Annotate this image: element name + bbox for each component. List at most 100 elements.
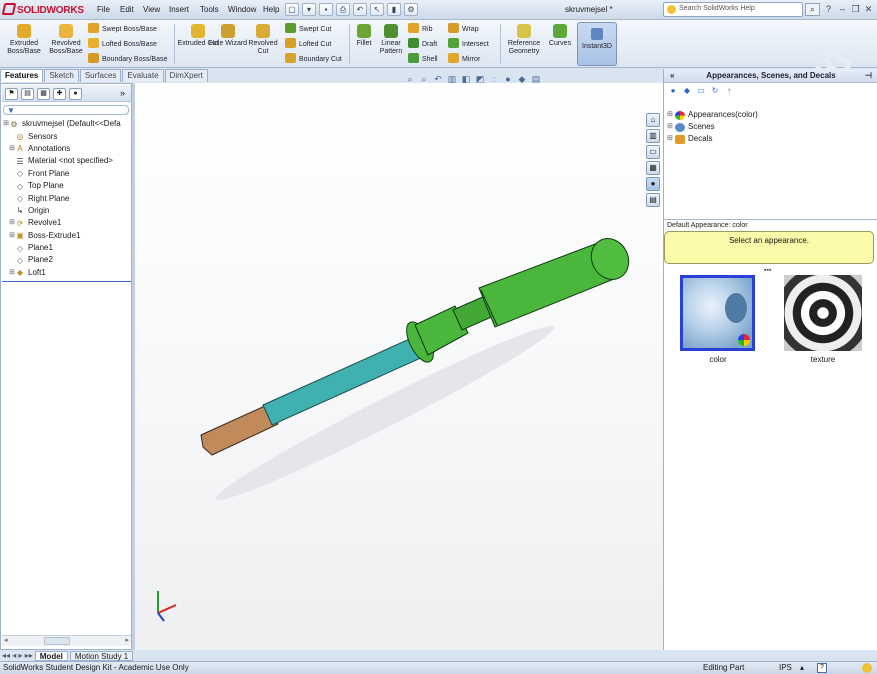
extruded-boss-button[interactable]: Extruded Boss/Base bbox=[2, 23, 46, 63]
undo-icon[interactable]: ↶ bbox=[353, 3, 367, 16]
tree-item[interactable]: ◇ Plane1 bbox=[3, 242, 131, 254]
tab-sketch[interactable]: Sketch bbox=[44, 69, 79, 82]
configuration-icon[interactable]: ▦ bbox=[37, 88, 50, 100]
rollback-bar[interactable] bbox=[2, 281, 131, 282]
tree-item[interactable]: ⊞ ⟳ Revolve1 bbox=[3, 217, 131, 229]
open-icon[interactable]: ▾ bbox=[302, 3, 316, 16]
graphics-area[interactable] bbox=[135, 83, 663, 650]
tree-filter-input[interactable]: ▼ bbox=[3, 105, 129, 115]
feature-tree-icon[interactable]: ⚑ bbox=[5, 88, 18, 100]
expand-icon[interactable]: ⊞ bbox=[667, 109, 675, 121]
menu-view[interactable]: View bbox=[143, 5, 160, 14]
tree-item[interactable]: ☰ Material <not specified> bbox=[3, 155, 131, 167]
tree-item[interactable]: ↳ Origin bbox=[3, 205, 131, 217]
tree-item[interactable]: ◇ Top Plane bbox=[3, 180, 131, 192]
appearances-icon[interactable]: ● bbox=[646, 177, 660, 191]
menu-help[interactable]: Help bbox=[263, 5, 279, 14]
tree-item[interactable]: ⊞ ◆ Loft1 bbox=[3, 267, 131, 279]
tab-navigation-icon[interactable]: ◂◂ ◂ ▸ ▸▸ bbox=[2, 651, 33, 660]
curves-button[interactable]: Curves bbox=[545, 23, 575, 63]
rebuild-status-icon[interactable] bbox=[862, 663, 872, 673]
rebuild-icon[interactable]: ▮ bbox=[387, 3, 401, 16]
lofted-boss-button[interactable]: Lofted Boss/Base bbox=[88, 38, 157, 51]
minimize-icon[interactable]: – bbox=[836, 3, 849, 16]
expand-icon[interactable]: ⊞ bbox=[667, 121, 675, 133]
tree-item[interactable]: ◇ Plane2 bbox=[3, 254, 131, 266]
view-palette-icon[interactable]: ▦ bbox=[646, 161, 660, 175]
new-icon[interactable]: ▢ bbox=[285, 3, 299, 16]
tab-model[interactable]: Model bbox=[34, 650, 68, 661]
revolved-boss-button[interactable]: Revolved Boss/Base bbox=[44, 23, 88, 63]
tree-item[interactable]: ⊞ A Annotations bbox=[3, 143, 131, 155]
menu-edit[interactable]: Edit bbox=[120, 5, 134, 14]
back-icon[interactable]: ● bbox=[668, 86, 678, 96]
options-icon[interactable]: ⚙ bbox=[404, 3, 418, 16]
rib-button[interactable]: Rib bbox=[408, 23, 433, 36]
close-icon[interactable]: ✕ bbox=[862, 3, 875, 16]
forward-icon[interactable]: ◆ bbox=[682, 86, 692, 96]
scroll-left-icon[interactable]: ◂ bbox=[4, 636, 8, 644]
mirror-button[interactable]: Mirror bbox=[448, 53, 480, 66]
expand-icon[interactable]: ⊞ bbox=[667, 133, 675, 145]
custom-properties-icon[interactable]: ▤ bbox=[646, 193, 660, 207]
swept-boss-button[interactable]: Swept Boss/Base bbox=[88, 23, 157, 36]
shell-button[interactable]: Shell bbox=[408, 53, 438, 66]
revolved-cut-button[interactable]: Revolved Cut bbox=[242, 23, 284, 63]
draft-button[interactable]: Draft bbox=[408, 38, 437, 51]
instant3d-button[interactable]: Instant3D bbox=[577, 22, 617, 66]
print-icon[interactable]: ⎙ bbox=[336, 3, 350, 16]
tab-features[interactable]: Features bbox=[0, 69, 44, 82]
tab-surfaces[interactable]: Surfaces bbox=[79, 69, 122, 82]
lofted-cut-button[interactable]: Lofted Cut bbox=[285, 38, 331, 51]
units-selector[interactable]: IPS bbox=[779, 662, 792, 674]
tab-dimxpert[interactable]: DimXpert bbox=[164, 69, 208, 82]
boundary-boss-button[interactable]: Boundary Boss/Base bbox=[88, 53, 167, 66]
up-icon[interactable]: ↑ bbox=[724, 86, 734, 96]
display-manager-icon[interactable]: ● bbox=[69, 88, 82, 100]
tree-item[interactable]: ◎ Sensors bbox=[3, 130, 131, 142]
scroll-thumb[interactable] bbox=[44, 637, 70, 645]
tab-motion-study[interactable]: Motion Study 1 bbox=[69, 650, 134, 661]
solidworks-logo[interactable]: SOLIDWORKS bbox=[1, 3, 84, 16]
search-input[interactable]: Search SolidWorks Help bbox=[663, 2, 803, 17]
tree-item-scenes[interactable]: ⊞ Scenes bbox=[667, 121, 758, 133]
pin-icon[interactable]: ⊣ bbox=[865, 69, 872, 82]
horizontal-scrollbar[interactable]: ◂ ▸ bbox=[2, 635, 131, 646]
add-folder-icon[interactable]: ▭ bbox=[696, 86, 706, 96]
tree-item[interactable]: ⊞ ⚙ skruvmejsel (Default<<Defa bbox=[3, 118, 131, 130]
linear-pattern-button[interactable]: Linear Pattern bbox=[375, 23, 407, 63]
search-icon[interactable]: ⌕ bbox=[805, 3, 820, 16]
swatch-texture[interactable] bbox=[784, 275, 862, 351]
screwdriver-model[interactable] bbox=[135, 83, 663, 650]
wrap-button[interactable]: Wrap bbox=[448, 23, 479, 36]
menu-window[interactable]: Window bbox=[228, 5, 256, 14]
restore-icon[interactable]: ❐ bbox=[849, 3, 862, 16]
save-icon[interactable]: ▪ bbox=[319, 3, 333, 16]
menu-tools[interactable]: Tools bbox=[200, 5, 219, 14]
collapse-icon[interactable]: « bbox=[670, 69, 674, 82]
pane-divider[interactable] bbox=[664, 219, 877, 220]
resize-grip-icon[interactable]: ▪▪▪ bbox=[764, 267, 771, 274]
menu-file[interactable]: File bbox=[97, 5, 110, 14]
tab-evaluate[interactable]: Evaluate bbox=[122, 69, 164, 82]
refresh-icon[interactable]: ↻ bbox=[710, 86, 720, 96]
units-up-icon[interactable]: ▴ bbox=[800, 662, 804, 674]
menu-insert[interactable]: Insert bbox=[169, 5, 189, 14]
tree-item[interactable]: ◇ Right Plane bbox=[3, 192, 131, 204]
chevron-right-icon[interactable]: » bbox=[120, 88, 125, 98]
solidworks-resources-icon[interactable]: ⌂ bbox=[646, 113, 660, 127]
design-library-icon[interactable]: ▥ bbox=[646, 129, 660, 143]
scroll-right-icon[interactable]: ▸ bbox=[125, 636, 129, 644]
tree-item-appearances[interactable]: ⊞ Appearances(color) bbox=[667, 109, 758, 121]
help-icon[interactable]: ? bbox=[822, 3, 835, 16]
file-explorer-icon[interactable]: ▭ bbox=[646, 145, 660, 159]
intersect-button[interactable]: Intersect bbox=[448, 38, 489, 51]
swatch-color[interactable] bbox=[680, 275, 755, 351]
tree-item[interactable]: ⊞ ▣ Boss-Extrude1 bbox=[3, 230, 131, 242]
dimxpert-icon[interactable]: ✚ bbox=[53, 88, 66, 100]
tree-item[interactable]: ◇ Front Plane bbox=[3, 168, 131, 180]
boundary-cut-button[interactable]: Boundary Cut bbox=[285, 53, 342, 66]
help-icon[interactable]: ? bbox=[817, 663, 827, 673]
fillet-button[interactable]: Fillet bbox=[351, 23, 377, 63]
tree-item-decals[interactable]: ⊞ Decals bbox=[667, 133, 758, 145]
